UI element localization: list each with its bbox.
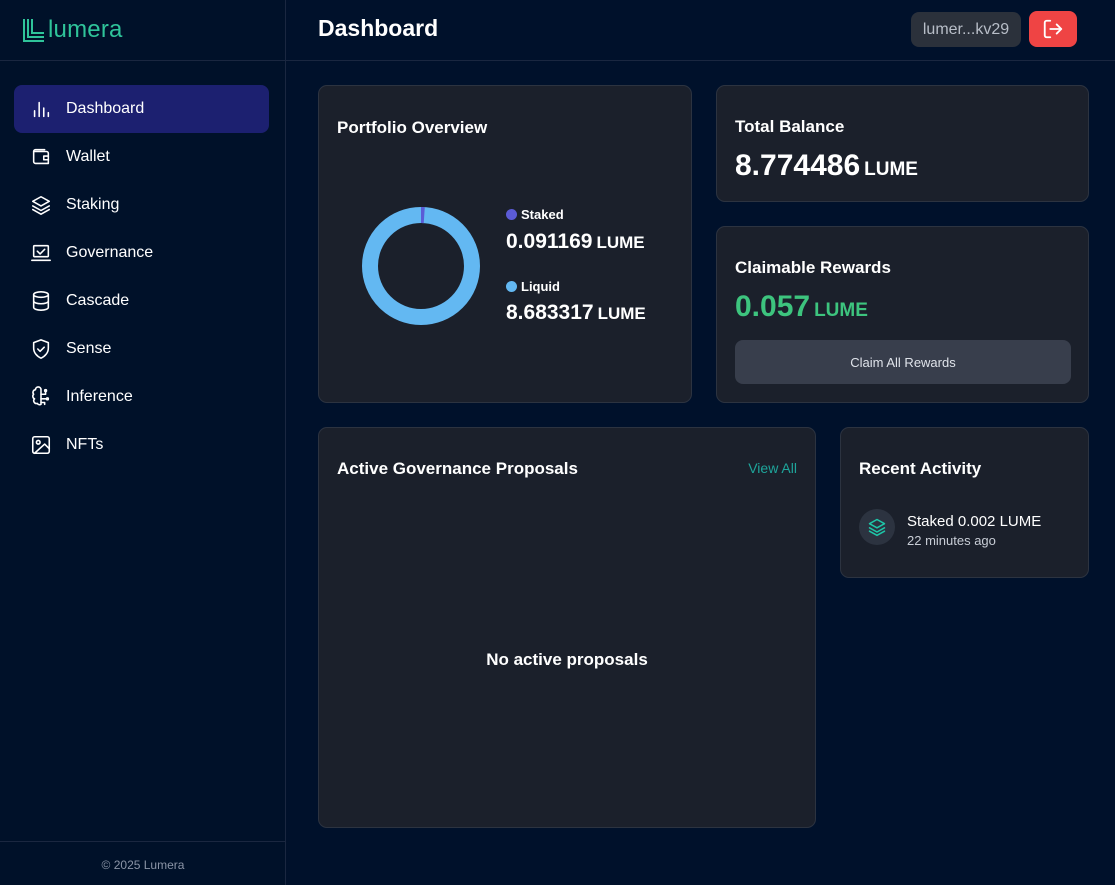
activity-title: Staked 0.002 LUME — [907, 513, 1042, 530]
sidebar-item-label: Sense — [66, 340, 112, 357]
wallet-address[interactable]: lumer...kv29 — [911, 12, 1021, 47]
governance-proposals-card: Active Governance Proposals View All No … — [318, 427, 816, 828]
sidebar-item-inference[interactable]: Inference — [14, 373, 269, 421]
liquid-dot — [506, 281, 517, 292]
claim-all-rewards-button[interactable]: Claim All Rewards — [735, 340, 1071, 384]
legend-liquid: Liquid — [506, 279, 560, 294]
total-balance-amount: 8.774486 LUME — [735, 149, 918, 183]
sidebar-item-wallet[interactable]: Wallet — [14, 133, 269, 181]
sidebar-nav: Dashboard Wallet Staking Governance Casc… — [14, 85, 269, 469]
vote-icon — [30, 242, 52, 264]
activity-time: 22 minutes ago — [907, 533, 996, 548]
logout-icon — [1043, 19, 1063, 39]
brain-icon — [30, 386, 52, 408]
liquid-amount: 8.683317 LUME — [506, 301, 646, 325]
staked-dot — [506, 209, 517, 220]
portfolio-donut-chart — [362, 207, 480, 325]
view-all-link[interactable]: View All — [748, 460, 797, 476]
total-balance-unit: LUME — [864, 159, 918, 180]
sidebar-item-dashboard[interactable]: Dashboard — [14, 85, 269, 133]
card-title: Portfolio Overview — [337, 118, 488, 137]
staked-unit: LUME — [596, 233, 645, 252]
recent-activity-card: Recent Activity Staked 0.002 LUME 22 min… — [840, 427, 1089, 578]
portfolio-overview-card: Portfolio Overview Staked 0.091169 LUME L… — [318, 85, 692, 403]
empty-state: No active proposals — [486, 650, 648, 669]
wallet-icon — [30, 146, 52, 168]
liquid-unit: LUME — [597, 304, 646, 323]
card-title: Total Balance — [735, 117, 845, 136]
sidebar-item-governance[interactable]: Governance — [14, 229, 269, 277]
staked-value: 0.091169 — [506, 230, 593, 253]
sidebar-divider — [0, 60, 286, 61]
sidebar-item-nfts[interactable]: NFTs — [14, 421, 269, 469]
claimable-rewards-card: Claimable Rewards 0.057 LUME Claim All Re… — [716, 226, 1089, 403]
total-balance-card: Total Balance 8.774486 LUME — [716, 85, 1089, 202]
database-icon — [30, 290, 52, 312]
layers-icon — [859, 509, 895, 545]
image-icon — [30, 434, 52, 456]
shield-check-icon — [30, 338, 52, 360]
header-divider — [286, 60, 1115, 61]
rewards-amount: 0.057 LUME — [735, 290, 868, 324]
lumera-logo[interactable]: lumera — [22, 16, 123, 44]
total-balance-value: 8.774486 — [735, 149, 861, 182]
sidebar-item-label: Dashboard — [66, 100, 145, 117]
liquid-value: 8.683317 — [506, 301, 594, 324]
liquid-slice — [362, 207, 480, 325]
card-title: Claimable Rewards — [735, 258, 891, 277]
sidebar-item-label: NFTs — [66, 436, 104, 453]
card-title: Recent Activity — [859, 459, 982, 478]
sidebar-item-sense[interactable]: Sense — [14, 325, 269, 373]
sidebar-item-label: Staking — [66, 196, 120, 213]
rewards-unit: LUME — [814, 300, 868, 321]
sidebar-item-label: Cascade — [66, 292, 130, 309]
legend-staked: Staked — [506, 207, 564, 222]
sidebar-item-cascade[interactable]: Cascade — [14, 277, 269, 325]
page-title: Dashboard — [318, 15, 439, 41]
legend-staked-label: Staked — [521, 207, 564, 222]
card-title: Active Governance Proposals — [337, 459, 578, 478]
sidebar-item-label: Wallet — [66, 148, 110, 165]
sidebar-item-label: Governance — [66, 244, 154, 261]
logo-text: lumera — [48, 16, 123, 43]
legend-liquid-label: Liquid — [521, 279, 560, 294]
logout-button[interactable] — [1029, 11, 1077, 47]
footer-divider — [0, 841, 286, 842]
bar-chart-icon — [30, 98, 52, 120]
copyright: © 2025 Lumera — [101, 858, 185, 872]
layers-icon — [30, 194, 52, 216]
sidebar: lumera Dashboard Wallet Staking Governan… — [0, 0, 286, 885]
sidebar-item-label: Inference — [66, 388, 133, 405]
rewards-value: 0.057 — [735, 290, 811, 323]
staked-amount: 0.091169 LUME — [506, 230, 645, 254]
sidebar-item-staking[interactable]: Staking — [14, 181, 269, 229]
lumera-logo-icon — [23, 19, 44, 42]
